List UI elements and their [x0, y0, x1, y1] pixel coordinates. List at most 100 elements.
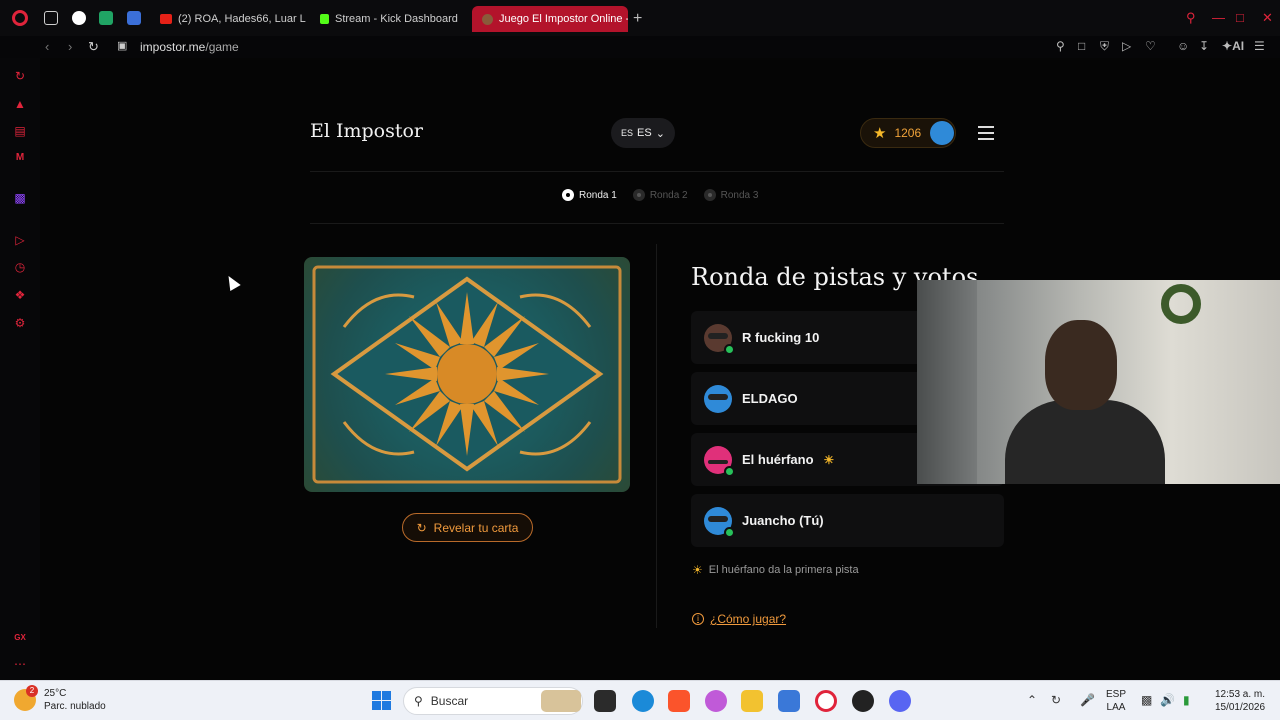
url-field[interactable]: impostor.me/game [140, 40, 239, 54]
clock-icon[interactable]: ◷ [12, 259, 28, 275]
gx-label[interactable]: GX [12, 630, 28, 646]
round-label: Ronda 2 [649, 189, 688, 201]
player-row[interactable]: Juancho (Tú) [691, 494, 1004, 547]
play-icon[interactable]: ▷ [1122, 39, 1131, 53]
shield-icon[interactable]: ⛨ [1100, 39, 1109, 54]
ai-label: AI [1232, 39, 1245, 53]
more-icon[interactable]: ⋯ [12, 656, 28, 672]
maximize-icon[interactable]: □ [1236, 10, 1244, 25]
edge-icon[interactable] [632, 690, 654, 712]
show-hidden-icon[interactable]: ⌃ [1027, 693, 1037, 707]
weather-widget[interactable]: 2 25°C Parc. nublado [14, 685, 106, 713]
sync-icon[interactable]: ↻ [1051, 693, 1061, 707]
window-icon[interactable] [44, 11, 58, 25]
check-icon [724, 343, 735, 355]
opera-taskbar-icon[interactable] [815, 690, 837, 712]
twitch-icon[interactable]: ▩ [12, 190, 28, 206]
opera-logo-icon[interactable] [12, 10, 28, 26]
player-name: Juancho (Tú) [742, 513, 824, 528]
discord-icon[interactable] [889, 690, 911, 712]
copilot-icon[interactable] [705, 690, 727, 712]
star-icon: ★ [873, 125, 887, 142]
divider [310, 223, 1004, 224]
sun-icon: ☀ [692, 563, 703, 577]
minimize-icon[interactable]: — [1212, 10, 1225, 25]
m-app-icon[interactable]: M [12, 150, 28, 166]
tab-impostor[interactable]: Juego El Impostor Online - [472, 6, 628, 32]
screen: (2) ROA, Hades66, Luar La Stream - Kick … [0, 0, 1280, 720]
tab-youtube[interactable]: (2) ROA, Hades66, Luar La [150, 6, 306, 32]
date: 15/01/2026 [1214, 702, 1266, 713]
round-step: Ronda 1 [562, 189, 617, 201]
refresh-icon: ↻ [416, 520, 427, 535]
obs-icon[interactable] [852, 690, 874, 712]
player-name: El huérfano [742, 452, 814, 467]
round-dot-icon [632, 189, 645, 201]
extensions-icon[interactable]: ❖ [12, 287, 28, 303]
account-icon[interactable]: ☺ [1177, 39, 1189, 53]
weather-desc: Parc. nublado [44, 701, 106, 712]
url-host: impostor.me [140, 40, 206, 54]
player-avatar-icon [704, 445, 735, 477]
reveal-card-button[interactable]: ↻ Revelar tu carta [402, 513, 533, 542]
network-icon[interactable]: ▩ [1141, 693, 1152, 707]
pin-icon[interactable]: ⚲ [1056, 39, 1065, 53]
back-icon[interactable]: ‹ [45, 39, 49, 54]
mouse-cursor-icon [223, 272, 241, 292]
calendar-icon[interactable] [127, 11, 141, 25]
settings-icon[interactable]: ⚙ [12, 315, 28, 331]
first-clue-note: ☀ El huérfano da la primera pista [692, 563, 859, 577]
snapshot-icon[interactable]: □ [1078, 39, 1085, 53]
player-icon[interactable]: ▷ [12, 232, 28, 248]
tab-title: Stream - Kick Dashboard [335, 13, 458, 25]
hamburger-menu-icon[interactable] [978, 126, 994, 140]
search-icon: ⚲ [414, 694, 423, 708]
volume-icon[interactable]: 🔊 [1160, 693, 1175, 707]
browser-sidebar: ↻ ▲ ▤ M ▩ ▷ ◷ ❖ ⚙ GX ⋯ [0, 58, 40, 680]
how-to-play-link[interactable]: i ¿Cómo jugar? [692, 612, 786, 626]
lang-line2: LAA [1106, 702, 1126, 713]
round-label: Ronda 1 [579, 189, 617, 201]
search-highlight-icon[interactable] [541, 690, 581, 712]
workspace-icon[interactable]: ▲ [12, 96, 28, 112]
battery-icon[interactable]: ▮ [1183, 693, 1190, 707]
language-indicator[interactable]: ESP LAA [1106, 688, 1126, 714]
ai-button[interactable]: ✦AI [1222, 39, 1244, 53]
lang-line1: ESP [1106, 689, 1127, 700]
windows-start-icon[interactable] [372, 691, 391, 710]
brave-icon[interactable] [668, 690, 690, 712]
search-tabs-icon[interactable]: ⚲ [1186, 10, 1196, 26]
menu-icon[interactable]: ☰ [1254, 39, 1265, 53]
divider [656, 244, 657, 628]
divider [310, 171, 1004, 172]
secret-card[interactable] [304, 257, 630, 492]
player-avatar-icon [704, 323, 735, 355]
sheets-icon[interactable] [99, 11, 113, 25]
language-selector[interactable]: ES ES ⌄ [611, 118, 675, 148]
youtube-icon [160, 14, 172, 24]
round-step: Ronda 2 [632, 189, 688, 201]
round-indicator: Ronda 1 Ronda 2 Ronda 3 [562, 189, 758, 201]
reveal-card-label: Revelar tu carta [433, 520, 519, 535]
heart-icon[interactable]: ♡ [1145, 39, 1156, 53]
clock[interactable]: 12:53 a. m. 15/01/2026 [1210, 688, 1270, 714]
microphone-icon[interactable]: 🎤 [1080, 693, 1095, 707]
forward-icon[interactable]: › [68, 39, 72, 54]
tab-kick[interactable]: Stream - Kick Dashboard [310, 6, 466, 32]
notes-icon[interactable]: ▤ [12, 123, 28, 139]
outlook-icon[interactable] [778, 690, 800, 712]
webcam-curtain [917, 280, 977, 484]
close-icon[interactable]: ✕ [1262, 10, 1273, 26]
history-icon[interactable]: ↻ [12, 68, 28, 84]
site-title[interactable]: El Impostor [310, 120, 423, 142]
file-explorer-icon[interactable] [741, 690, 763, 712]
points-value: 1206 [894, 126, 922, 140]
taskview-icon[interactable] [594, 690, 616, 712]
avatar[interactable] [930, 121, 954, 145]
reload-icon[interactable]: ↻ [88, 39, 99, 55]
download-icon[interactable]: ↧ [1199, 39, 1209, 53]
webcam-overlay [917, 280, 1280, 484]
round-dot-icon [562, 189, 574, 201]
record-icon[interactable] [72, 11, 86, 25]
new-tab-icon[interactable]: + [633, 10, 642, 28]
